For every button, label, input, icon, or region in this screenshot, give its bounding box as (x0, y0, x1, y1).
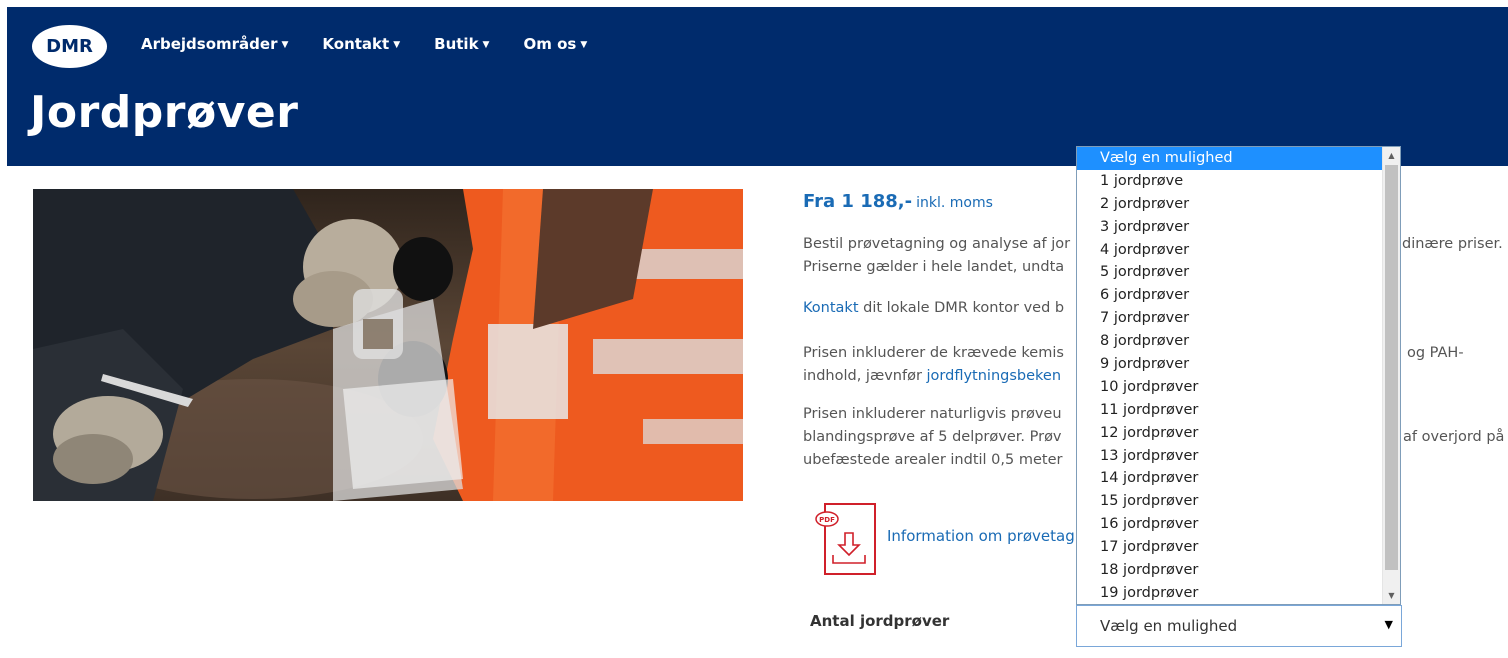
quantity-label: Antal jordprøver (810, 612, 950, 630)
text-tail: og PAH- (1407, 345, 1464, 361)
dropdown-option[interactable]: 1 jordprøve (1077, 170, 1383, 193)
scroll-thumb[interactable] (1385, 165, 1398, 570)
dropdown-option[interactable]: 7 jordprøver (1077, 307, 1383, 330)
dropdown-option[interactable]: 10 jordprøver (1077, 376, 1383, 399)
dropdown-option[interactable]: 9 jordprøver (1077, 353, 1383, 376)
caret-down-icon: ▼ (281, 40, 289, 50)
caret-down-icon: ▼ (482, 40, 490, 50)
caret-down-icon: ▼ (393, 40, 401, 50)
site-header: DMR Arbejdsområder ▼ Kontakt ▼ Butik ▼ Om o… (7, 7, 1508, 166)
nav-om-os[interactable]: Om os ▼ (523, 35, 587, 53)
main-nav: Arbejdsområder ▼ Kontakt ▼ Butik ▼ Om os ▼ (141, 35, 621, 53)
text-fragment: dit lokale DMR kontor ved b (858, 300, 1065, 316)
pdf-info-link[interactable]: Information om prøvetag (887, 527, 1075, 545)
dropdown-option[interactable]: 6 jordprøver (1077, 284, 1383, 307)
contact-link[interactable]: Kontakt (803, 300, 859, 316)
dropdown-option[interactable]: 14 jordprøver (1077, 467, 1383, 490)
pdf-icon-label: PDF (819, 516, 835, 524)
pdf-icon[interactable]: PDF (815, 503, 877, 575)
quantity-dropdown-list: Vælg en mulighed 1 jordprøve 2 jordprøver 3… (1076, 146, 1401, 605)
dropdown-option[interactable]: 11 jordprøver (1077, 399, 1383, 422)
scroll-up-icon[interactable]: ▲ (1383, 147, 1400, 164)
dropdown-option[interactable]: 16 jordprøver (1077, 513, 1383, 536)
jordflytning-link[interactable]: jordflytningsbeken (927, 368, 1062, 384)
soil-sample-photo (33, 189, 743, 501)
select-value: Vælg en mulighed (1100, 617, 1238, 635)
price-vat-note: inkl. moms (916, 195, 993, 211)
nav-item-label: Arbejdsområder (141, 35, 278, 53)
text-tail: dinære priser. (1402, 236, 1503, 252)
dropdown-option[interactable]: Vælg en mulighed (1077, 147, 1383, 170)
dropdown-option[interactable]: 18 jordprøver (1077, 559, 1383, 582)
nav-item-label: Kontakt (322, 35, 390, 53)
scroll-down-icon[interactable]: ▼ (1383, 587, 1400, 604)
text-fragment: indhold, jævnfør (803, 368, 927, 384)
page: DMR Arbejdsområder ▼ Kontakt ▼ Butik ▼ Om o… (7, 7, 1508, 658)
dropdown-option[interactable]: 5 jordprøver (1077, 261, 1383, 284)
dropdown-option[interactable]: 12 jordprøver (1077, 422, 1383, 445)
nav-item-label: Om os (523, 35, 577, 53)
price-amount: Fra 1 188,- (803, 191, 913, 212)
price: Fra 1 188,- inkl. moms (803, 191, 993, 212)
nav-arbejdsomraader[interactable]: Arbejdsområder ▼ (141, 35, 288, 53)
dropdown-option[interactable]: 2 jordprøver (1077, 193, 1383, 216)
dropdown-option[interactable]: 19 jordprøver (1077, 582, 1383, 604)
dropdown-option[interactable]: 15 jordprøver (1077, 490, 1383, 513)
text-tail: af overjord på (1403, 429, 1505, 445)
dropdown-option[interactable]: 13 jordprøver (1077, 445, 1383, 468)
nav-butik[interactable]: Butik ▼ (434, 35, 489, 53)
dropdown-option[interactable]: 3 jordprøver (1077, 216, 1383, 239)
nav-kontakt[interactable]: Kontakt ▼ (322, 35, 400, 53)
nav-item-label: Butik (434, 35, 479, 53)
quantity-select[interactable]: Vælg en mulighed ▼ (1076, 605, 1402, 647)
dropdown-option[interactable]: 8 jordprøver (1077, 330, 1383, 353)
caret-down-icon: ▼ (580, 40, 588, 50)
dropdown-scrollbar[interactable]: ▲ ▼ (1382, 147, 1400, 604)
dmr-logo[interactable]: DMR (32, 25, 107, 68)
dropdown-arrow-icon: ▼ (1384, 618, 1393, 631)
page-title: Jordprøver (30, 87, 299, 138)
dropdown-option[interactable]: 17 jordprøver (1077, 536, 1383, 559)
dropdown-option[interactable]: 4 jordprøver (1077, 239, 1383, 262)
option-list: Vælg en mulighed 1 jordprøve 2 jordprøver 3… (1077, 147, 1383, 604)
